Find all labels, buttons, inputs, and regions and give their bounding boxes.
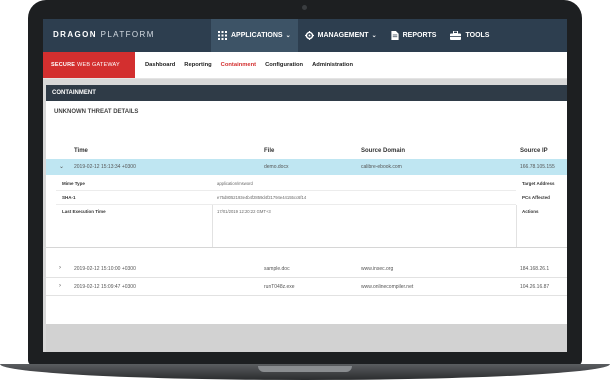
- laptop-notch: [258, 366, 352, 372]
- detail-label-mime: Mime Type: [62, 181, 85, 186]
- grid-icon: [218, 31, 227, 40]
- tab-containment[interactable]: Containment: [221, 62, 256, 68]
- gear-icon: [304, 31, 314, 40]
- panel-title: UNKNOWN THREAT DETAILS: [54, 109, 139, 115]
- webcam: [302, 5, 307, 10]
- nav-label: REPORTS: [402, 32, 437, 39]
- cell-time: 2019-02-12 15:10:00 +0300: [74, 266, 136, 272]
- column-header-file[interactable]: File: [264, 148, 274, 154]
- divider: [56, 190, 516, 191]
- chevron-right-icon[interactable]: ›: [59, 265, 61, 271]
- brand-logo[interactable]: DRAGON PLATFORM: [53, 30, 155, 39]
- nav-label: APPLICATIONS: [231, 32, 283, 39]
- section-header: CONTAINMENT: [46, 85, 567, 101]
- cell-domain: calibre-ebook.com: [361, 164, 402, 170]
- table-row[interactable]: › 2019-02-12 15:09:47 +0300 runT048z.exe…: [46, 279, 567, 296]
- screen: DRAGON PLATFORM APPLICATIONS ⌄ MANAGEMEN…: [43, 19, 567, 352]
- cell-domain: www.onlinecompiler.net: [361, 284, 414, 290]
- detail-label-pcs: PCs Affected: [522, 195, 550, 200]
- table-row[interactable]: ⌄ 2019-02-12 15:13:34 +0300 demo.docx ca…: [46, 159, 567, 175]
- chevron-down-icon: ⌄: [371, 33, 377, 39]
- nav-label: MANAGEMENT: [317, 32, 369, 39]
- divider: [56, 204, 516, 205]
- nav-label: TOOLS: [465, 32, 490, 39]
- sub-navbar: SECURE WEB GATEWAY Dashboard Reporting C…: [43, 52, 567, 79]
- tab-dashboard[interactable]: Dashboard: [145, 62, 175, 68]
- column-header-time[interactable]: Time: [74, 148, 88, 154]
- detail-label-target: Target Address: [522, 181, 555, 186]
- nav-management[interactable]: MANAGEMENT ⌄: [298, 19, 384, 52]
- product-name: SECURE: [51, 62, 76, 68]
- tab-configuration[interactable]: Configuration: [265, 62, 303, 68]
- main-nav: APPLICATIONS ⌄ MANAGEMENT ⌄ REPORTS TOOL…: [211, 19, 496, 52]
- table-header: Time File Source Domain Source IP: [46, 145, 567, 160]
- detail-value-mime: application/msword: [217, 181, 253, 186]
- table-row[interactable]: › 2019-02-12 15:10:00 +0300 sample.doc w…: [46, 261, 567, 278]
- column-header-source-ip[interactable]: Source IP: [520, 148, 548, 154]
- row-details: Mime Type application/msword Target Addr…: [46, 175, 567, 248]
- cell-domain: www.insec.org: [361, 266, 394, 272]
- column-header-source-domain[interactable]: Source Domain: [361, 148, 405, 154]
- cell-file: runT048z.exe: [264, 284, 295, 290]
- divider: [212, 205, 213, 247]
- chevron-right-icon[interactable]: ›: [59, 283, 61, 289]
- top-navbar: DRAGON PLATFORM APPLICATIONS ⌄ MANAGEMEN…: [43, 19, 567, 52]
- brand-subname: PLATFORM: [100, 30, 155, 39]
- cell-file: sample.doc: [264, 266, 290, 272]
- sub-tabs: Dashboard Reporting Containment Configur…: [145, 52, 362, 78]
- detail-label-sha: SHA-1: [62, 195, 76, 200]
- cell-file: demo.docx: [264, 164, 289, 170]
- cell-ip: 166.78.105.155: [520, 164, 555, 170]
- cell-time: 2019-02-12 15:13:34 +0300: [74, 164, 136, 170]
- cell-ip: 104.26.16.87: [520, 284, 550, 290]
- detail-label-last-exec: Last Execution Time: [62, 209, 106, 214]
- cell-time: 2019-02-12 15:09:47 +0300: [74, 284, 136, 290]
- toolbox-icon: [450, 31, 462, 40]
- brand-name: DRAGON: [53, 30, 97, 39]
- detail-value-sha: e75d8052193e4b4f2859d4f21794e44155cc6f14: [217, 195, 307, 200]
- chevron-down-icon: ⌄: [285, 33, 291, 39]
- product-badge: SECURE WEB GATEWAY: [43, 52, 135, 78]
- document-icon: [391, 31, 399, 40]
- nav-applications[interactable]: APPLICATIONS ⌄: [211, 19, 298, 52]
- product-subname: WEB GATEWAY: [77, 62, 120, 68]
- nav-reports[interactable]: REPORTS: [384, 19, 444, 52]
- nav-tools[interactable]: TOOLS: [443, 19, 496, 52]
- panel-footer: [46, 324, 567, 352]
- cell-ip: 184.168.26.1: [520, 266, 550, 272]
- tab-reporting[interactable]: Reporting: [184, 62, 211, 68]
- chevron-down-icon[interactable]: ⌄: [59, 163, 64, 170]
- detail-value-last-exec: 17/01/2019 12:20:22 GMT+3: [217, 209, 271, 214]
- detail-label-actions: Actions: [522, 209, 539, 214]
- tab-administration[interactable]: Administration: [312, 62, 353, 68]
- divider: [516, 205, 517, 247]
